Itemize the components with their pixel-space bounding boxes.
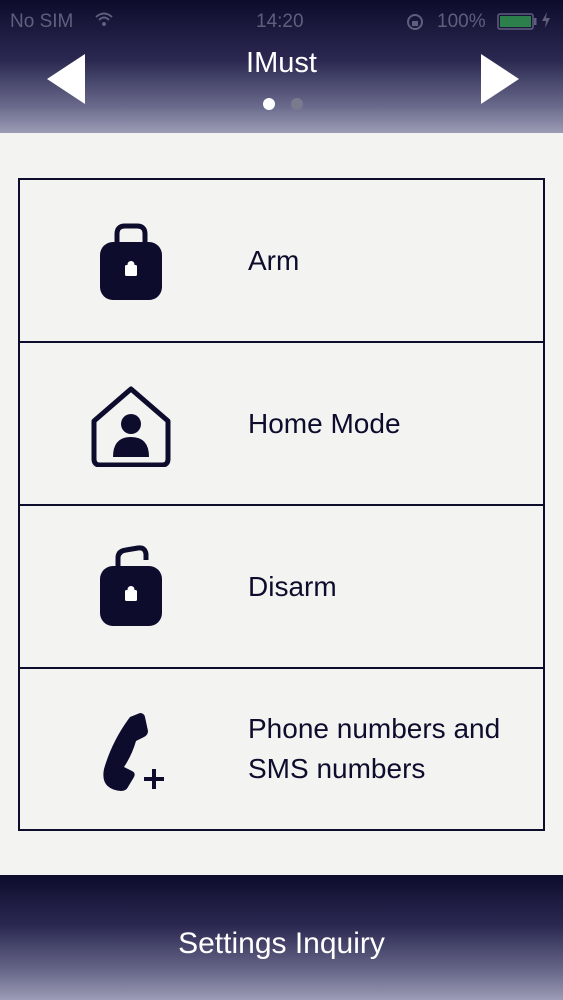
menu-label-phone-numbers: Phone numbers and SMS numbers — [248, 713, 501, 784]
menu-label-home-mode: Home Mode — [248, 407, 401, 439]
menu-label-arm: Arm — [248, 244, 300, 276]
battery-icon — [497, 13, 537, 30]
settings-inquiry-label: Settings Inquiry — [178, 927, 385, 960]
page-dot-inactive[interactable] — [291, 98, 303, 110]
wifi-icon — [95, 12, 113, 26]
battery-percent: 100% — [437, 11, 486, 32]
locked-padlock-icon — [100, 223, 162, 300]
right-arrow-icon[interactable] — [479, 52, 521, 106]
settings-inquiry-button[interactable]: Settings Inquiry — [0, 875, 563, 1000]
home-person-icon — [91, 386, 171, 467]
rotation-lock-icon — [407, 14, 423, 30]
menu-list: Arm Home Mode Disarm Phone numbers and S… — [18, 178, 545, 831]
phone-add-icon — [103, 713, 164, 791]
menu-item-phone-numbers[interactable]: Phone numbers and SMS numbers — [20, 669, 543, 829]
page-indicator[interactable] — [261, 98, 305, 112]
carrier-label: No SIM — [10, 11, 74, 32]
menu-item-arm[interactable]: Arm — [20, 180, 543, 343]
menu-item-home-mode[interactable]: Home Mode — [20, 343, 543, 506]
page-dot-active[interactable] — [263, 98, 275, 110]
status-bar: No SIM 14:20 100% — [0, 0, 563, 44]
menu-label-disarm: Disarm — [248, 570, 337, 602]
header-bar: No SIM 14:20 100% IMust — [0, 0, 563, 133]
charging-icon — [542, 12, 550, 28]
unlocked-padlock-icon — [100, 545, 162, 626]
status-time: 14:20 — [256, 11, 304, 32]
menu-item-disarm[interactable]: Disarm — [20, 506, 543, 669]
